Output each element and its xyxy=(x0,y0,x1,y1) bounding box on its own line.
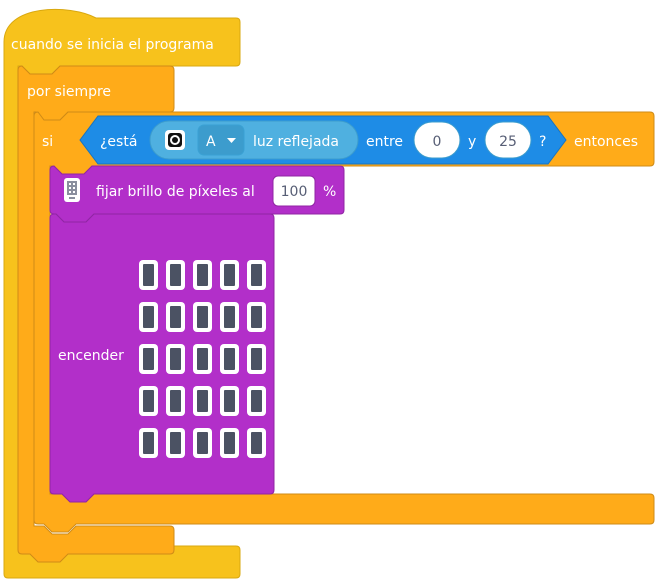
matrix-pixel-fill xyxy=(170,348,181,370)
sensor-mode-label: luz reflejada xyxy=(253,134,339,150)
port-dropdown[interactable]: A xyxy=(197,124,245,156)
between-label: entre xyxy=(366,134,403,150)
color-sensor-reflected-light-reporter[interactable]: ¿está A luz reflejada entre 0 y 25 ? xyxy=(79,115,567,165)
max-value-input[interactable]: 25 xyxy=(484,121,532,159)
matrix-pixel-fill xyxy=(251,306,262,328)
brightness-unit: % xyxy=(323,184,336,200)
matrix-pixel-fill xyxy=(251,348,262,370)
brightness-label: fijar brillo de píxeles al xyxy=(96,184,255,200)
matrix-pixel-fill xyxy=(224,348,235,370)
matrix-pixel-fill xyxy=(197,348,208,370)
question-mark-label: ? xyxy=(539,134,546,150)
sensor-prefix-label: ¿está xyxy=(100,134,137,150)
and-label: y xyxy=(468,134,476,150)
matrix-pixel-fill xyxy=(197,264,208,286)
matrix-pixel-fill xyxy=(143,432,154,454)
matrix-pixel-fill xyxy=(224,390,235,412)
matrix-pixel-fill xyxy=(224,432,235,454)
then-label: entonces xyxy=(574,134,638,150)
matrix-pixel-fill xyxy=(251,264,262,286)
matrix-pixel-fill xyxy=(197,306,208,328)
max-value: 25 xyxy=(499,134,517,150)
forever-block-label: por siempre xyxy=(27,84,111,100)
brightness-value-input[interactable]: 100 xyxy=(272,175,316,207)
min-value-input[interactable]: 0 xyxy=(413,121,461,159)
matrix-pixel-fill xyxy=(197,432,208,454)
matrix-pixel-fill xyxy=(251,390,262,412)
matrix-pixel-fill xyxy=(143,306,154,328)
matrix-pixel-fill xyxy=(197,390,208,412)
matrix-pixel-fill xyxy=(170,390,181,412)
matrix-pixel-fill xyxy=(224,306,235,328)
turn-on-label: encender xyxy=(58,348,124,364)
matrix-device-icon xyxy=(64,178,80,202)
turn-on-pixels-block[interactable]: encender xyxy=(49,213,275,503)
matrix-pixel-fill xyxy=(143,348,154,370)
code-canvas: cuando se inicia el programa por siempre… xyxy=(3,9,655,579)
matrix-pixel-fill xyxy=(170,432,181,454)
matrix-pixel-fill xyxy=(143,390,154,412)
matrix-pixel-fill xyxy=(251,432,262,454)
brightness-value: 100 xyxy=(281,184,308,200)
color-sensor-icon xyxy=(165,130,185,150)
if-label: si xyxy=(42,134,53,150)
port-dropdown-value: A xyxy=(206,134,216,150)
matrix-pixel-fill xyxy=(143,264,154,286)
hat-block-label: cuando se inicia el programa xyxy=(11,37,214,53)
min-value: 0 xyxy=(433,134,442,150)
matrix-pixel-fill xyxy=(224,264,235,286)
matrix-pixel-fill xyxy=(170,264,181,286)
matrix-pixel-fill xyxy=(170,306,181,328)
